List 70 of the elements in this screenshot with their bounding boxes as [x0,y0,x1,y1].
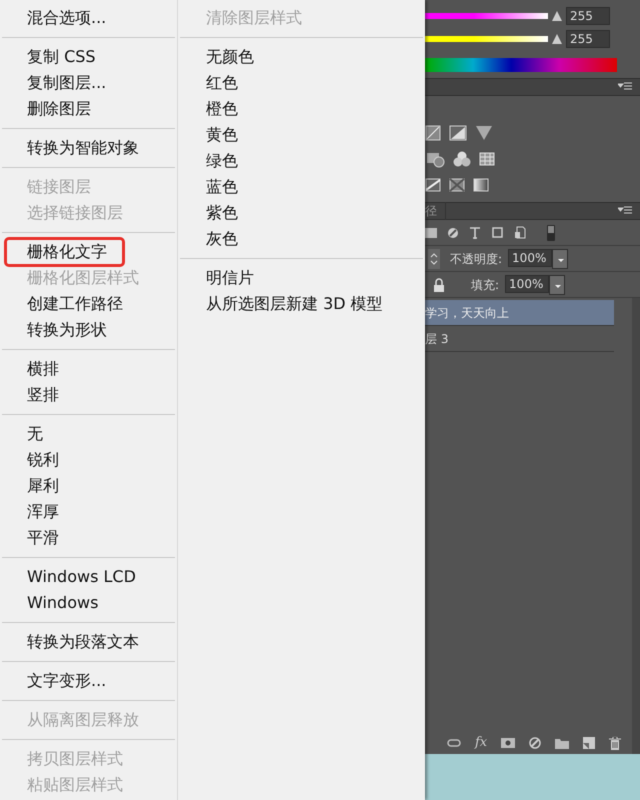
link-icon[interactable] [447,739,461,747]
menu-item[interactable]: 浑厚 [0,499,177,525]
new-layer-icon[interactable] [583,737,596,749]
menu-item[interactable]: 无颜色 [178,44,425,70]
type-filter-icon[interactable] [469,226,481,238]
circles-icon[interactable] [453,150,471,168]
menu-item[interactable]: 转换为智能对象 [0,135,177,161]
panel-menu-icon[interactable] [618,82,632,92]
smart-object-filter-icon[interactable] [514,226,526,239]
menu-item[interactable]: 绿色 [178,148,425,174]
menu-item[interactable]: 竖排 [0,382,177,408]
gradient-map-icon[interactable] [473,178,489,192]
menu-item[interactable]: 文字变形... [0,668,177,694]
curves-icon[interactable] [425,125,441,141]
slider-thumb-icon[interactable] [552,10,562,20]
threshold-icon[interactable] [425,178,441,192]
menu-item[interactable]: 橙色 [178,96,425,122]
spinner-icon[interactable] [428,248,440,268]
menu-item[interactable]: 无 [0,421,177,447]
menu-item[interactable]: 锐利 [0,447,177,473]
value-field[interactable]: 255 [566,30,610,48]
mask-icon[interactable] [501,738,516,748]
adjustment-filter-icon[interactable] [447,226,459,238]
opacity-label: 不透明度: [450,250,502,268]
fill-field[interactable]: 100% [505,274,550,292]
menu-item[interactable]: Windows LCD [0,564,177,590]
panel-menu-icon[interactable] [618,206,632,216]
slider-thumb-icon[interactable] [552,34,562,44]
menu-item[interactable]: 红色 [178,70,425,96]
menu-item[interactable]: 黄色 [178,122,425,148]
opacity-field[interactable]: 100% [508,248,552,266]
color-spectrum[interactable] [425,58,617,72]
dropdown-button[interactable] [552,248,568,268]
menu-item[interactable]: 蓝色 [178,174,425,200]
menu-item[interactable]: 复制 CSS [0,44,177,70]
image-filter-icon[interactable] [425,226,437,238]
channel-mixer-icon[interactable] [425,150,445,168]
color-slider[interactable] [425,36,548,42]
menu-item[interactable]: Windows [0,590,177,616]
layer-row[interactable]: 学习，天天向上 [425,300,614,326]
menu-item[interactable]: 创建工作路径 [0,291,177,317]
grid-icon[interactable] [479,152,495,166]
selective-color-icon[interactable] [449,178,465,192]
trash-icon[interactable] [609,736,622,750]
menu-item[interactable]: 混合选项... [0,5,177,31]
menu-item[interactable]: 明信片 [178,265,425,291]
dropdown-button[interactable] [549,274,566,294]
menu-item[interactable]: 转换为形状 [0,317,177,343]
folder-icon[interactable] [555,738,570,748]
menu-item[interactable]: 栅格化文字 [6,239,123,265]
layer-row[interactable]: 层 3 [425,326,614,352]
menu-item[interactable]: 从所选图层新建 3D 模型 [178,291,425,317]
fx-button[interactable]: fx [475,733,488,753]
lock-icon[interactable] [433,278,445,292]
filter-toggle-icon[interactable] [546,224,556,242]
fill-label: 填充: [471,276,500,294]
menu-item[interactable]: 平滑 [0,525,177,551]
menu-item[interactable]: 删除图层 [0,96,177,122]
adjustment-circle-icon[interactable] [529,737,542,749]
shape-filter-icon[interactable] [491,226,504,239]
menu-item[interactable]: 横排 [0,356,177,382]
exposure-icon[interactable] [449,125,467,141]
menu-item[interactable]: 犀利 [0,473,177,499]
value-field[interactable]: 255 [566,6,610,24]
menu-item[interactable]: 紫色 [178,200,425,226]
menu-item[interactable]: 复制图层... [0,70,177,96]
gradient-triangle-icon[interactable] [475,125,493,141]
menu-item[interactable]: 灰色 [178,226,425,252]
color-slider[interactable] [425,12,548,18]
menu-item[interactable]: 转换为段落文本 [0,629,177,655]
